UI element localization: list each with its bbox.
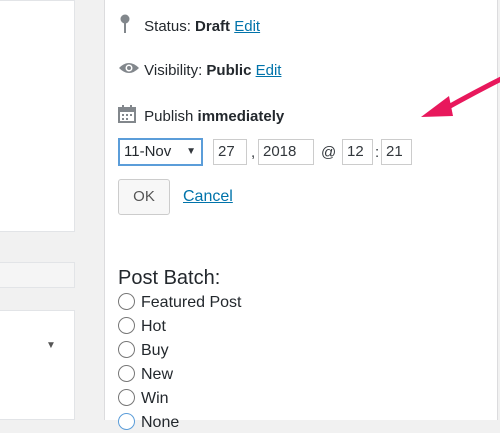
radio-label: Buy	[141, 342, 169, 359]
colon-separator: :	[375, 144, 380, 161]
status-label: Status:	[144, 17, 191, 35]
chevron-down-icon: ▼	[186, 146, 196, 157]
pin-icon	[118, 14, 140, 40]
status-value: Draft	[195, 17, 231, 35]
radio-circle[interactable]	[118, 413, 135, 430]
post-batch-title: Post Batch:	[118, 267, 221, 289]
radio-circle[interactable]	[118, 365, 135, 382]
day-input[interactable]: 27	[213, 139, 247, 165]
hour-input[interactable]: 12	[342, 139, 373, 165]
chevron-down-icon[interactable]: ▼	[46, 340, 56, 351]
visibility-label: Visibility:	[144, 62, 203, 79]
at-separator: @	[321, 144, 337, 161]
visibility-row: Visibility: Public Edit	[118, 61, 281, 81]
radio-circle[interactable]	[118, 293, 135, 310]
radio-circle[interactable]	[118, 389, 135, 406]
month-value: 11-Nov	[124, 143, 172, 160]
publish-panel: Status: Draft Edit Visibility: Public Ed…	[104, 0, 500, 431]
radio-new[interactable]: New	[118, 365, 173, 385]
left-panel-box-lower	[0, 310, 75, 420]
radio-label: None	[141, 414, 180, 431]
radio-label: New	[141, 366, 174, 383]
publish-label: Publish	[144, 107, 194, 125]
radio-label: Win	[141, 390, 169, 407]
column-gap	[75, 0, 104, 420]
radio-label: Featured Post	[141, 294, 242, 311]
left-panel-strip	[0, 262, 75, 288]
eye-icon	[118, 61, 140, 81]
publish-value: immediately	[197, 107, 285, 125]
visibility-value: Public	[206, 62, 252, 79]
radio-hot[interactable]: Hot	[118, 317, 166, 337]
pink-arrow-annotation	[421, 76, 500, 117]
left-panel-box	[0, 0, 75, 232]
comma-separator: ,	[251, 144, 256, 161]
radio-circle[interactable]	[118, 341, 135, 358]
radio-none[interactable]: None	[118, 413, 179, 433]
status-row: Status: Draft Edit	[118, 14, 260, 40]
year-input[interactable]: 2018	[258, 139, 314, 165]
radio-featured-post[interactable]: Featured Post	[118, 293, 242, 313]
visibility-edit-link[interactable]: Edit	[256, 62, 282, 79]
status-edit-link[interactable]: Edit	[234, 18, 260, 35]
minute-input[interactable]: 21	[381, 139, 412, 165]
calendar-icon	[118, 105, 140, 129]
left-column: ▼	[0, 0, 75, 420]
month-select[interactable]: 11-Nov ▼	[118, 138, 203, 166]
radio-win[interactable]: Win	[118, 389, 169, 409]
publish-row: Publish immediately	[118, 105, 284, 129]
radio-buy[interactable]: Buy	[118, 341, 169, 361]
cancel-link[interactable]: Cancel	[183, 188, 233, 206]
radio-label: Hot	[141, 318, 166, 335]
radio-circle[interactable]	[118, 317, 135, 334]
ok-button[interactable]: OK	[118, 179, 170, 215]
